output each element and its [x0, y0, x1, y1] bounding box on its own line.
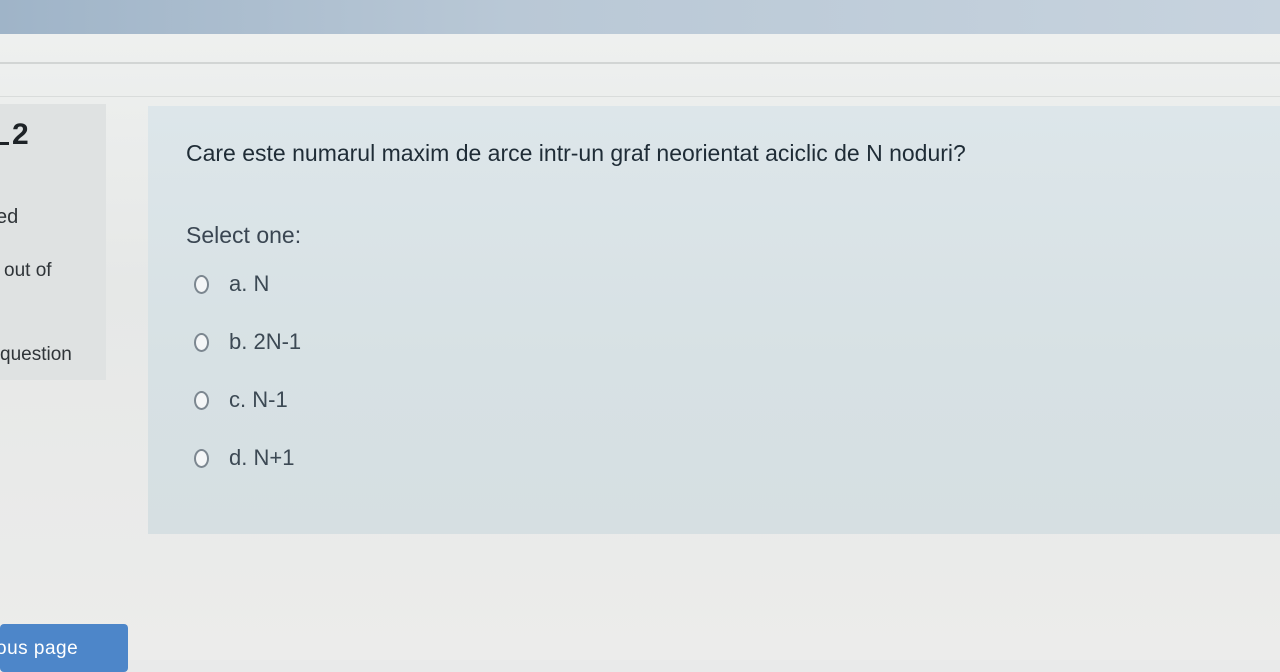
option-label: d. N+1	[229, 445, 295, 470]
question-state: ed	[0, 206, 19, 228]
question-formulation: Care este numarul maxim de arce intr-un …	[148, 106, 1280, 534]
browser-top-strip	[0, 0, 1280, 34]
option-label: b. 2N-1	[229, 329, 302, 354]
option-b[interactable]: b. 2N-1	[194, 328, 301, 356]
previous-page-label: ous page	[0, 638, 79, 659]
question-mark: out of	[4, 260, 52, 281]
answer-prompt: Select one:	[186, 222, 302, 248]
question-text: Care este numarul maxim de arce intr-un …	[186, 140, 966, 166]
option-a[interactable]: a. N	[194, 270, 269, 298]
question-label-fragment	[0, 142, 9, 145]
option-label: c. N-1	[229, 387, 288, 412]
question-number: 2	[12, 118, 29, 151]
radio-button[interactable]	[194, 390, 209, 410]
option-d[interactable]: d. N+1	[194, 444, 294, 472]
flag-question-link[interactable]: question	[0, 344, 72, 366]
option-c[interactable]: c. N-1	[194, 386, 288, 414]
question-info-block: 2 ed out of question	[0, 104, 106, 380]
divider	[0, 96, 1280, 97]
previous-page-button[interactable]: ous page	[0, 624, 128, 672]
divider	[0, 62, 1280, 64]
radio-button[interactable]	[194, 274, 209, 294]
option-label: a. N	[229, 271, 270, 296]
radio-button[interactable]	[194, 448, 209, 468]
radio-button[interactable]	[194, 332, 209, 352]
